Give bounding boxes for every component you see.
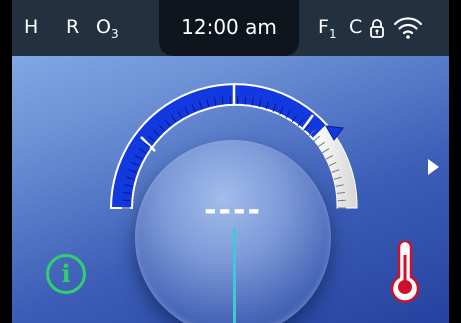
dial-tick <box>337 199 346 202</box>
wifi-icon <box>393 17 423 39</box>
lock-icon <box>370 19 384 38</box>
setpoint-display: ---- <box>204 193 262 228</box>
mode-r-indicator: R <box>66 16 80 38</box>
dial-needle <box>233 228 236 323</box>
status-bar: H R O3 12:00 am F1 C <box>12 0 449 56</box>
dial-tick <box>122 199 131 202</box>
filter-indicator: F1 <box>318 16 337 41</box>
info-button[interactable]: i <box>46 254 86 294</box>
mode-h-indicator: H <box>24 16 39 38</box>
ozone-indicator: O3 <box>96 16 119 41</box>
mode-c-indicator: C <box>349 16 363 38</box>
spa-control-screen: ---- H R O3 12:00 am F1 C i <box>12 0 449 323</box>
next-arrow-icon[interactable] <box>428 159 439 175</box>
info-icon: i <box>61 259 71 288</box>
clock-time: 12:00 am <box>181 15 277 39</box>
thermometer-icon[interactable] <box>388 241 422 303</box>
clock-box[interactable]: 12:00 am <box>159 0 299 56</box>
